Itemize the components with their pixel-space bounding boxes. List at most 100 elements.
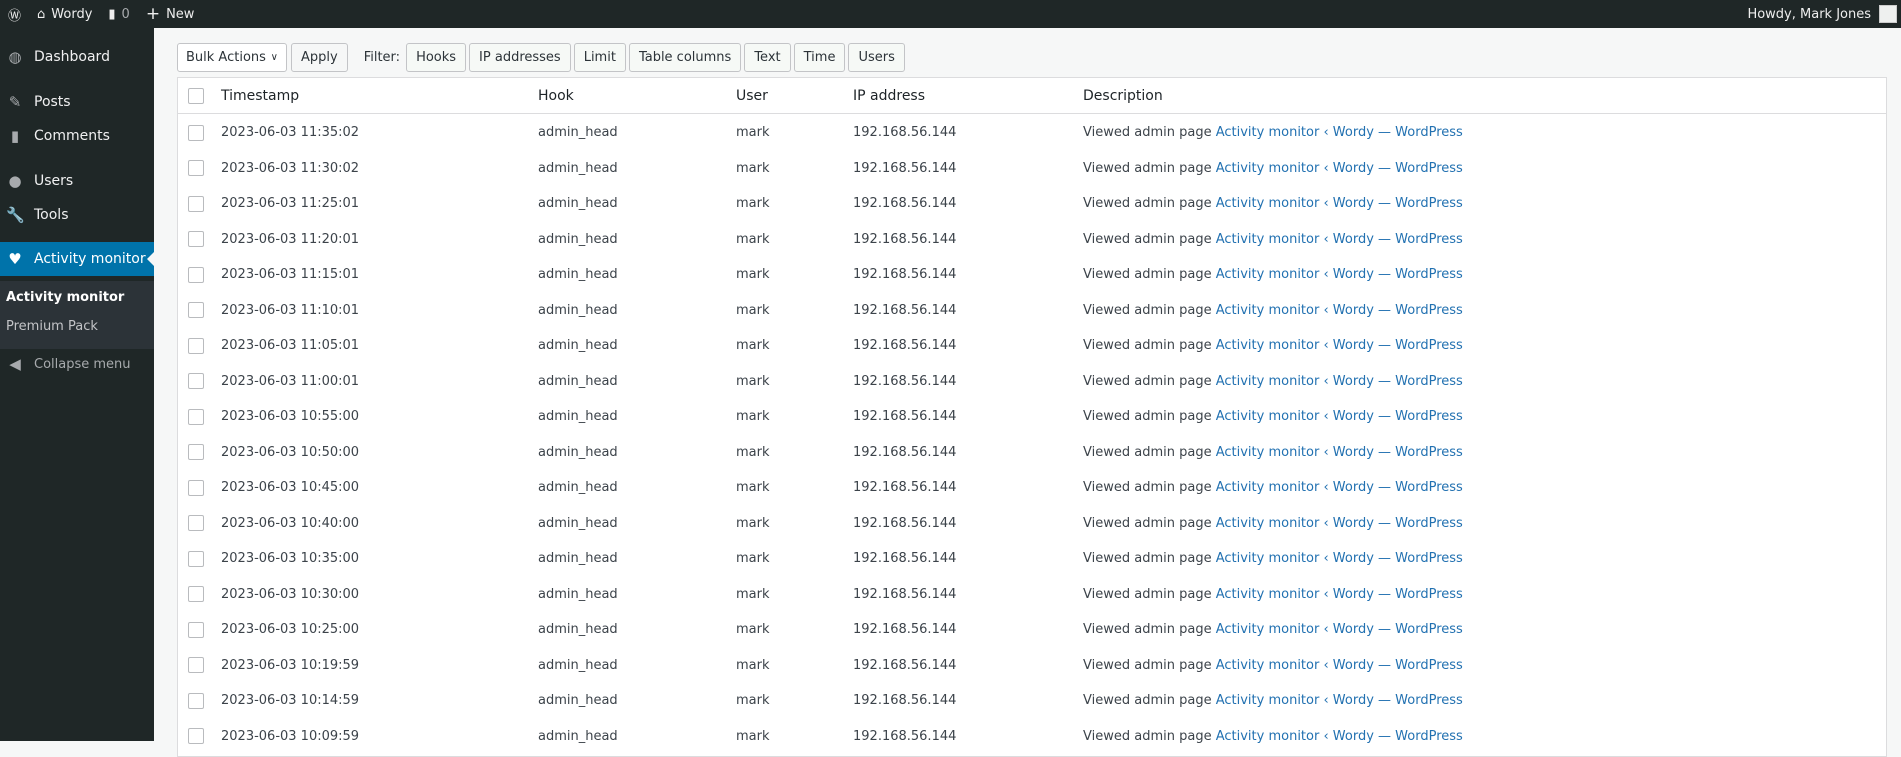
table-row: 2023-06-03 11:20:01 admin_head mark 192.… [178,222,1886,258]
ip-cell: 192.168.56.144 [853,586,957,602]
admin-page-link[interactable]: Activity monitor ‹ Wordy — WordPress [1216,338,1463,353]
filter-limit-button[interactable]: Limit [573,43,626,72]
filter-text-button[interactable]: Text [744,43,791,72]
account-menu[interactable]: Howdy, Mark Jones [1739,0,1901,28]
column-user[interactable]: User [736,88,768,104]
admin-page-link[interactable]: Activity monitor ‹ Wordy — WordPress [1216,658,1463,673]
row-checkbox[interactable] [188,408,204,425]
filter-users-button[interactable]: Users [848,43,905,72]
timestamp-cell: 2023-06-03 11:00:01 [221,373,360,389]
column-description[interactable]: Description [1083,88,1163,104]
hook-cell: admin_head [538,267,618,283]
comments-link[interactable]: ▮ 0 [100,0,137,28]
row-checkbox[interactable] [188,550,204,567]
hook-cell: admin_head [538,444,618,460]
admin-page-link[interactable]: Activity monitor ‹ Wordy — WordPress [1216,622,1463,637]
timestamp-cell: 2023-06-03 11:10:01 [221,302,360,318]
site-link[interactable]: ⌂ Wordy [29,0,100,28]
row-checkbox[interactable] [188,266,204,283]
select-all-checkbox[interactable] [188,87,204,104]
sidebar-item-dashboard[interactable]: ◍ Dashboard [0,40,154,74]
admin-page-link[interactable]: Activity monitor ‹ Wordy — WordPress [1216,516,1463,531]
admin-page-link[interactable]: Activity monitor ‹ Wordy — WordPress [1216,303,1463,318]
admin-page-link[interactable]: Activity monitor ‹ Wordy — WordPress [1216,480,1463,495]
sidebar-item-tools[interactable]: 🔧 Tools [0,198,154,232]
admin-page-link[interactable]: Activity monitor ‹ Wordy — WordPress [1216,196,1463,211]
hook-cell: admin_head [538,622,618,638]
sidebar-item-posts[interactable]: ✎ Posts [0,85,154,119]
row-checkbox[interactable] [188,195,204,212]
timestamp-cell: 2023-06-03 10:40:00 [221,515,360,531]
column-ip[interactable]: IP address [853,88,925,104]
admin-page-link[interactable]: Activity monitor ‹ Wordy — WordPress [1216,693,1463,708]
bulk-actions-select[interactable]: Bulk Actions ∨ [177,43,287,72]
row-checkbox[interactable] [188,302,204,319]
filter-hooks-button[interactable]: Hooks [406,43,467,72]
sidebar-item-comments[interactable]: ▮ Comments [0,119,154,153]
table-row: 2023-06-03 11:25:01 admin_head mark 192.… [178,186,1886,222]
admin-page-link[interactable]: Activity monitor ‹ Wordy — WordPress [1216,267,1463,282]
ip-cell: 192.168.56.144 [853,196,957,212]
column-hook[interactable]: Hook [538,88,574,104]
timestamp-cell: 2023-06-03 11:15:01 [221,267,360,283]
submenu-activity-monitor[interactable]: Activity monitor [6,290,124,305]
filter-time-button[interactable]: Time [793,43,846,72]
row-checkbox[interactable] [188,373,204,390]
row-checkbox[interactable] [188,515,204,532]
ip-cell: 192.168.56.144 [853,302,957,318]
filter-table-columns-button[interactable]: Table columns [628,43,742,72]
row-checkbox[interactable] [188,231,204,248]
admin-page-link[interactable]: Activity monitor ‹ Wordy — WordPress [1216,374,1463,389]
dashboard-icon: ◍ [8,48,22,66]
row-checkbox[interactable] [188,124,204,141]
table-row: 2023-06-03 11:35:02 admin_head mark 192.… [178,115,1886,151]
admin-page-link[interactable]: Activity monitor ‹ Wordy — WordPress [1216,125,1463,140]
user-cell: mark [736,373,770,389]
apply-button[interactable]: Apply [291,43,348,72]
filter-ip-addresses-button[interactable]: IP addresses [469,43,571,72]
row-checkbox[interactable] [188,479,204,496]
user-cell: mark [736,693,770,709]
admin-page-link[interactable]: Activity monitor ‹ Wordy — WordPress [1216,232,1463,247]
table-row: 2023-06-03 10:35:00 admin_head mark 192.… [178,541,1886,577]
avatar [1879,5,1897,23]
user-cell: mark [736,515,770,531]
pin-icon: ✎ [8,93,22,111]
admin-page-link[interactable]: Activity monitor ‹ Wordy — WordPress [1216,729,1463,744]
row-checkbox[interactable] [188,728,204,745]
admin-page-link[interactable]: Activity monitor ‹ Wordy — WordPress [1216,551,1463,566]
admin-page-link[interactable]: Activity monitor ‹ Wordy — WordPress [1216,409,1463,424]
wordpress-logo-icon[interactable]: Ⓦ [0,0,29,28]
sidebar-item-activity-monitor[interactable]: ♥ Activity monitor [0,242,154,276]
row-checkbox[interactable] [188,444,204,461]
submenu-premium-pack[interactable]: Premium Pack [6,319,98,334]
timestamp-cell: 2023-06-03 10:19:59 [221,657,360,673]
user-cell: mark [736,125,770,141]
row-checkbox[interactable] [188,657,204,674]
sidebar-item-label: Tools [34,207,69,223]
ip-cell: 192.168.56.144 [853,515,957,531]
row-checkbox[interactable] [188,337,204,354]
table-row: 2023-06-03 10:25:00 admin_head mark 192.… [178,612,1886,648]
row-checkbox[interactable] [188,160,204,177]
row-checkbox[interactable] [188,621,204,638]
admin-page-link[interactable]: Activity monitor ‹ Wordy — WordPress [1216,587,1463,602]
sidebar-item-users[interactable]: ● Users [0,164,154,198]
ip-cell: 192.168.56.144 [853,480,957,496]
row-checkbox[interactable] [188,692,204,709]
table-row: 2023-06-03 11:30:02 admin_head mark 192.… [178,151,1886,187]
timestamp-cell: 2023-06-03 10:09:59 [221,728,360,744]
new-content-link[interactable]: + New [138,0,203,28]
sidebar-item-label: Dashboard [34,49,110,65]
column-timestamp[interactable]: Timestamp [221,88,299,104]
admin-page-link[interactable]: Activity monitor ‹ Wordy — WordPress [1216,445,1463,460]
description-cell: Viewed admin page Activity monitor ‹ Wor… [1083,125,1463,141]
user-cell: mark [736,338,770,354]
user-cell: mark [736,622,770,638]
admin-page-link[interactable]: Activity monitor ‹ Wordy — WordPress [1216,161,1463,176]
user-cell: mark [736,444,770,460]
collapse-menu-button[interactable]: ◀ Collapse menu [0,347,154,381]
table-header: Timestamp Hook User IP address Descripti… [178,78,1886,114]
table-row: 2023-06-03 10:19:59 admin_head mark 192.… [178,648,1886,684]
row-checkbox[interactable] [188,586,204,603]
